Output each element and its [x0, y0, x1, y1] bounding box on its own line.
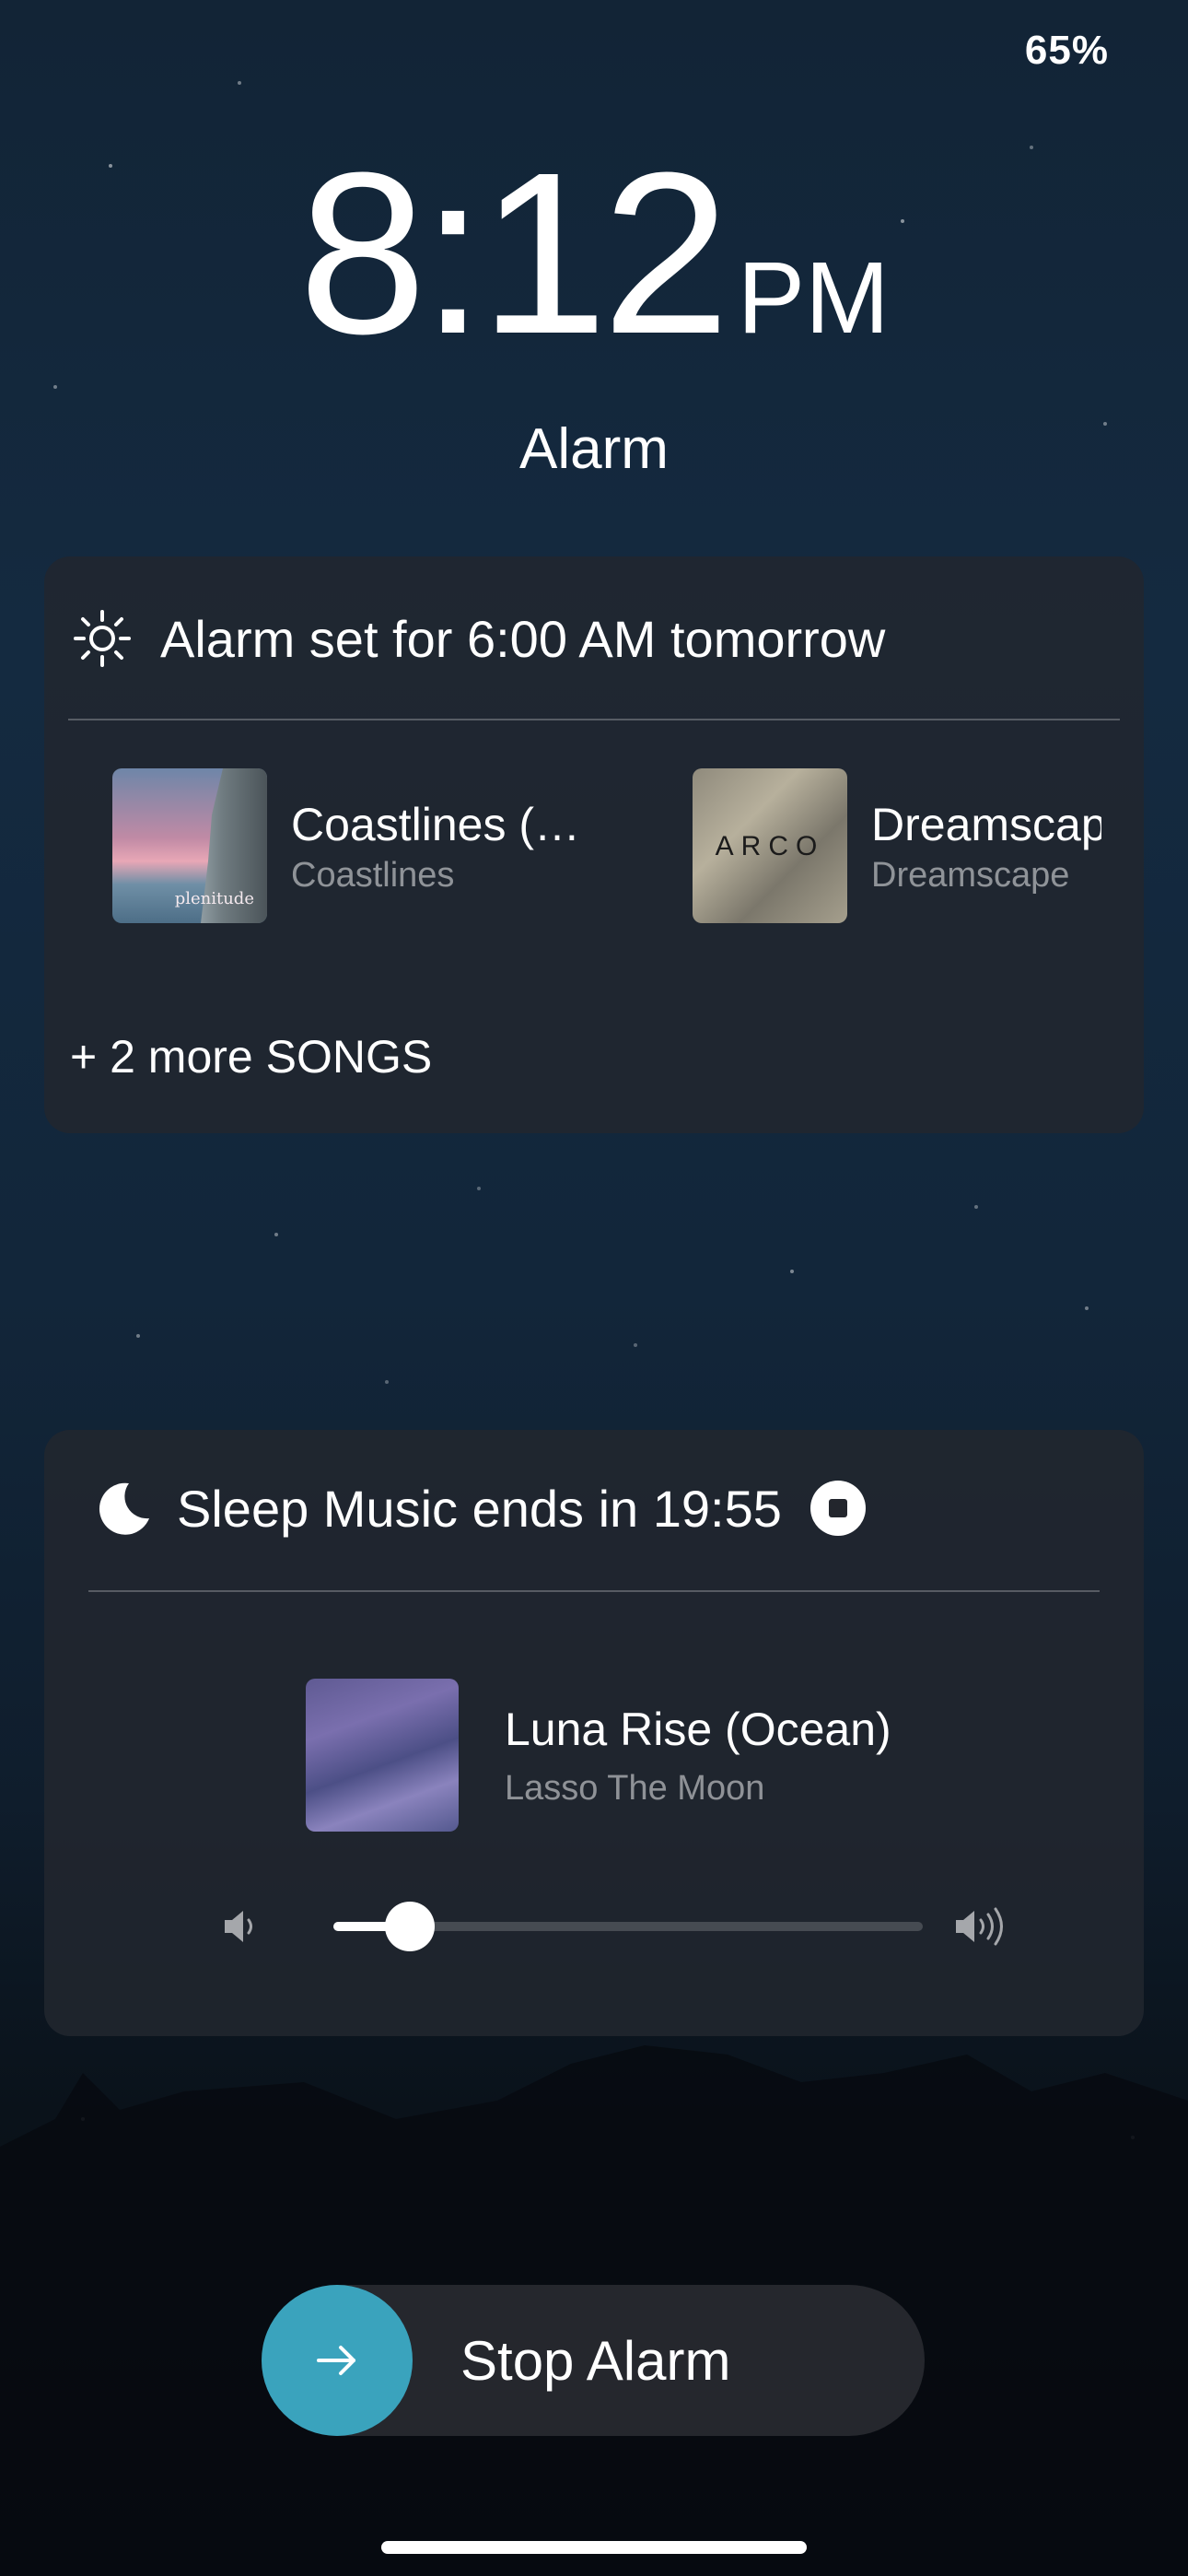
volume-low-icon[interactable]	[219, 1903, 265, 1950]
volume-slider[interactable]	[333, 1902, 923, 1951]
now-playing-track[interactable]: Luna Rise (Ocean) Lasso The Moon	[306, 1679, 891, 1832]
stop-circle-icon[interactable]	[809, 1480, 867, 1537]
alarm-card-header: Alarm set for 6:00 AM tomorrow	[72, 608, 885, 669]
album-art: plenitude	[112, 768, 267, 923]
album-art: ARCO	[693, 768, 847, 923]
clock-time: 8:12	[298, 124, 730, 381]
sleep-music-card: Sleep Music ends in 19:55 Luna Rise (Oce…	[44, 1430, 1144, 2036]
stop-alarm-label: Stop Alarm	[460, 2330, 731, 2392]
sleep-card-header: Sleep Music ends in 19:55	[92, 1478, 867, 1539]
song-title: Dreamscape	[871, 798, 1101, 850]
arrow-right-icon	[317, 2346, 355, 2375]
clock: 8:12 PM	[0, 138, 1188, 369]
volume-high-icon[interactable]	[950, 1903, 1017, 1950]
song-artist: Coastlines	[291, 855, 455, 895]
alarm-label: Alarm	[519, 417, 669, 481]
song-item[interactable]: plenitude Coastlines (Nat... Coastlines	[112, 768, 591, 923]
sun-icon	[74, 610, 131, 667]
alarm-card[interactable]: Alarm set for 6:00 AM tomorrow plenitude…	[44, 556, 1144, 1133]
stop-alarm-slider[interactable]: Stop Alarm	[262, 2285, 925, 2436]
album-art-text: plenitude	[174, 889, 254, 908]
moon-icon	[99, 1482, 149, 1535]
volume-control	[219, 1889, 1011, 1962]
alarm-card-divider	[68, 719, 1120, 720]
song-title: Coastlines (Nat...	[291, 798, 591, 850]
alarm-card-title: Alarm set for 6:00 AM tomorrow	[160, 609, 886, 668]
album-art-text: ARCO	[715, 831, 825, 861]
song-artist: Dreamscape	[871, 855, 1070, 895]
clock-ampm: PM	[737, 241, 890, 355]
volume-slider-thumb[interactable]	[385, 1902, 436, 1951]
battery-percentage: 65%	[1024, 28, 1109, 73]
home-indicator[interactable]	[381, 2541, 807, 2554]
stop-alarm-knob[interactable]	[262, 2285, 413, 2436]
sleep-card-title: Sleep Music ends in 19:55	[177, 1479, 782, 1538]
sleep-card-divider	[88, 1590, 1100, 1592]
starry-sky-background	[0, 81, 1188, 2576]
track-title: Luna Rise (Ocean)	[505, 1703, 891, 1755]
track-artist: Lasso The Moon	[505, 1768, 765, 1808]
more-songs-link[interactable]: + 2 more SONGS	[70, 1030, 432, 1083]
song-item[interactable]: ARCO Dreamscape Dreamscape	[693, 768, 1122, 923]
album-art	[306, 1679, 459, 1832]
